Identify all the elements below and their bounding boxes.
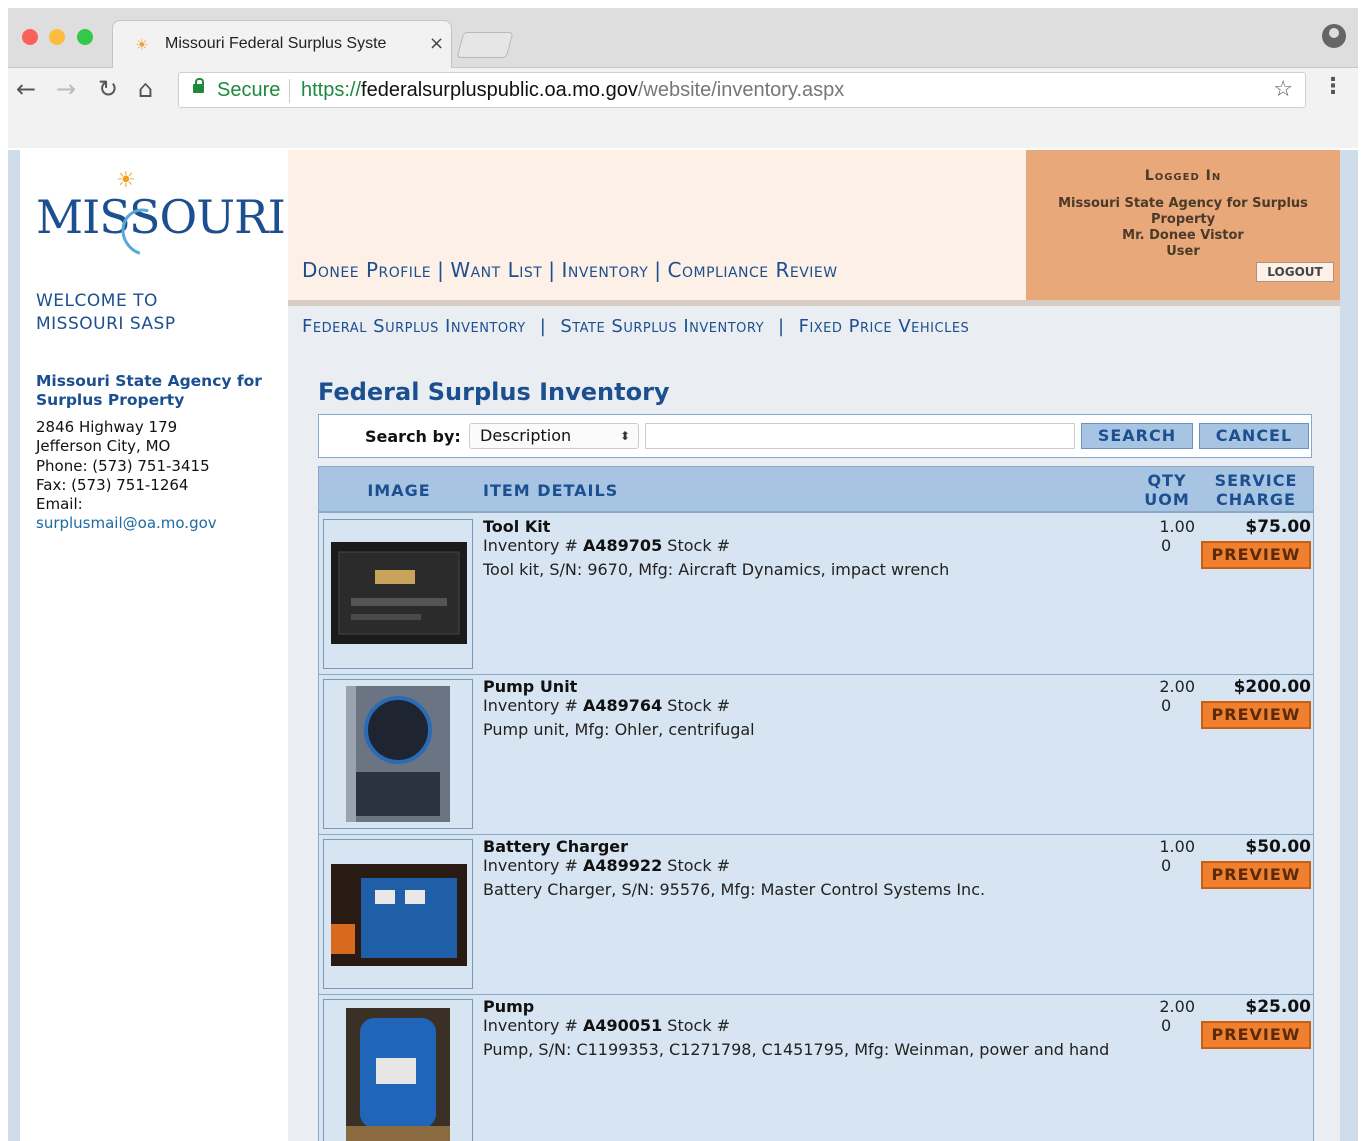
back-icon[interactable]: ←: [16, 74, 36, 104]
item-uom: 0: [1161, 536, 1172, 555]
item-qty: 1.00: [1159, 837, 1195, 856]
forward-icon[interactable]: →: [56, 74, 76, 104]
profile-icon[interactable]: [1322, 24, 1346, 48]
item-name: Tool Kit: [483, 517, 551, 536]
header: Donee Profile | Want List | Inventory | Compli…: [288, 150, 1026, 300]
preview-button[interactable]: PREVIEW: [1201, 701, 1311, 729]
nav-inventory[interactable]: Inventory: [562, 258, 649, 282]
tool-kit-photo: [331, 542, 467, 644]
logged-in-info: Missouri State Agency for Surplus Proper…: [1058, 196, 1308, 259]
inventory-number: Inventory # A489705 Stock #: [483, 536, 731, 555]
search-label: Search by:: [365, 427, 461, 446]
email-link[interactable]: surplusmail@oa.mo.gov: [36, 514, 217, 533]
item-image[interactable]: [323, 679, 473, 829]
inventory-number: Inventory # A489922 Stock #: [483, 856, 731, 875]
inventory-number: Inventory # A489764 Stock #: [483, 696, 731, 715]
col-service-charge: SERVICE CHARGE: [1214, 471, 1298, 509]
item-uom: 0: [1161, 1016, 1172, 1035]
item-description: Battery Charger, S/N: 95576, Mfg: Master…: [483, 880, 986, 899]
home-icon[interactable]: ⌂: [138, 74, 153, 104]
nav-state-surplus[interactable]: State Surplus Inventory: [560, 316, 764, 337]
close-tab-icon[interactable]: ×: [429, 33, 444, 54]
nav-federal-surplus[interactable]: Federal Surplus Inventory: [302, 316, 526, 337]
table-header: IMAGE ITEM DETAILS QTY UOM SERVICE CHARGE: [319, 467, 1313, 513]
logout-button[interactable]: LOGOUT: [1256, 262, 1334, 282]
item-qty: 2.00: [1159, 677, 1195, 696]
search-input[interactable]: [645, 423, 1075, 449]
item-description: Tool kit, S/N: 9670, Mfg: Aircraft Dynam…: [483, 560, 950, 579]
lock-icon: [193, 78, 204, 93]
item-uom: 0: [1161, 856, 1172, 875]
item-qty: 1.00: [1159, 517, 1195, 536]
item-description: Pump unit, Mfg: Ohler, centrifugal: [483, 720, 755, 739]
item-service-charge: $50.00: [1245, 837, 1311, 857]
table-row: Tool Kit Inventory # A489705 Stock # Too…: [319, 515, 1313, 675]
item-service-charge: $75.00: [1245, 517, 1311, 537]
cancel-button[interactable]: CANCEL: [1199, 423, 1309, 449]
item-name: Battery Charger: [483, 837, 629, 856]
select-arrows-icon: ⬍: [619, 429, 630, 443]
browser-toolbar: ← → ↻ ⌂ Secure https://federalsurpluspub…: [8, 68, 1358, 112]
item-service-charge: $200.00: [1233, 677, 1311, 697]
search-by-select[interactable]: Description ⬍: [469, 423, 639, 449]
close-window-button[interactable]: [22, 29, 38, 45]
secure-label: Secure: [217, 79, 281, 101]
sub-nav: Federal Surplus Inventory | State Surplus …: [288, 300, 1340, 348]
new-tab-button[interactable]: [456, 32, 514, 58]
col-image: IMAGE: [367, 481, 431, 500]
url-text[interactable]: https://federalsurpluspublic.oa.mo.gov/w…: [301, 79, 844, 102]
col-qty-uom: QTY UOM: [1144, 471, 1190, 509]
item-name: Pump: [483, 997, 535, 1016]
welcome-text: WELCOME TO MISSOURI SASP: [36, 291, 176, 334]
contact-info: 2846 Highway 179 Jefferson City, MO Phon…: [36, 418, 217, 533]
inventory-number: Inventory # A490051 Stock #: [483, 1016, 731, 1035]
page-body: ☀ MISSOURI WELCOME TO MISSOURI SASP Miss…: [8, 150, 1358, 1141]
browser-chrome: ☀ Missouri Federal Surplus Syste × ← → ↻…: [8, 8, 1358, 148]
tab-title: Missouri Federal Surplus Syste: [165, 35, 387, 52]
maximize-window-button[interactable]: [77, 29, 93, 45]
preview-button[interactable]: PREVIEW: [1201, 861, 1311, 889]
table-row: Battery Charger Inventory # A489922 Stoc…: [319, 835, 1313, 995]
preview-button[interactable]: PREVIEW: [1201, 1021, 1311, 1049]
pump-unit-photo: [346, 686, 450, 822]
preview-button[interactable]: PREVIEW: [1201, 541, 1311, 569]
agency-name: Missouri State Agency for Surplus Proper…: [36, 372, 262, 409]
address-bar[interactable]: Secure https://federalsurpluspublic.oa.m…: [178, 72, 1306, 108]
item-image[interactable]: [323, 839, 473, 989]
item-image[interactable]: [323, 999, 473, 1141]
pump-photo: [346, 1008, 450, 1141]
table-row: Pump Unit Inventory # A489764 Stock # Pu…: [319, 675, 1313, 835]
logged-in-title: Logged In: [1144, 168, 1222, 184]
item-image[interactable]: [323, 519, 473, 669]
page-title: Federal Surplus Inventory: [318, 378, 670, 406]
battery-charger-photo: [331, 864, 467, 966]
item-description: Pump, S/N: C1199353, C1271798, C1451795,…: [483, 1040, 1110, 1059]
nav-compliance-review[interactable]: Compliance Review: [668, 258, 838, 282]
menu-icon[interactable]: ⋮: [1322, 74, 1344, 99]
nav-fixed-price-vehicles[interactable]: Fixed Price Vehicles: [799, 316, 970, 337]
address-separator: [289, 79, 290, 103]
table-row: Pump Inventory # A490051 Stock # Pump, S…: [319, 995, 1313, 1141]
main-content: Federal Surplus Inventory Search by: Des…: [288, 348, 1340, 1141]
search-bar: Search by: Description ⬍ SEARCH CANCEL: [318, 414, 1312, 458]
item-uom: 0: [1161, 696, 1172, 715]
search-button[interactable]: SEARCH: [1081, 423, 1193, 449]
logged-in-panel: Logged In Missouri State Agency for Surp…: [1026, 150, 1340, 300]
nav-donee-profile[interactable]: Donee Profile: [302, 258, 431, 282]
tab-bar: ☀ Missouri Federal Surplus Syste ×: [8, 8, 1358, 68]
bookmark-star-icon[interactable]: ☆: [1273, 77, 1293, 102]
inventory-table: IMAGE ITEM DETAILS QTY UOM SERVICE CHARGE …: [318, 466, 1314, 1141]
nav-want-list[interactable]: Want List: [450, 258, 542, 282]
item-qty: 2.00: [1159, 997, 1195, 1016]
item-service-charge: $25.00: [1245, 997, 1311, 1017]
missouri-logo[interactable]: ☀ MISSOURI: [36, 164, 286, 264]
browser-tab[interactable]: ☀ Missouri Federal Surplus Syste ×: [112, 20, 452, 68]
item-name: Pump Unit: [483, 677, 578, 696]
main-nav: Donee Profile | Want List | Inventory | Compli…: [302, 258, 838, 282]
col-item-details: ITEM DETAILS: [483, 481, 619, 500]
sidebar: ☀ MISSOURI WELCOME TO MISSOURI SASP Miss…: [20, 150, 288, 1141]
reload-icon[interactable]: ↻: [98, 74, 118, 104]
minimize-window-button[interactable]: [49, 29, 65, 45]
missouri-favicon-icon: ☀: [135, 36, 149, 54]
